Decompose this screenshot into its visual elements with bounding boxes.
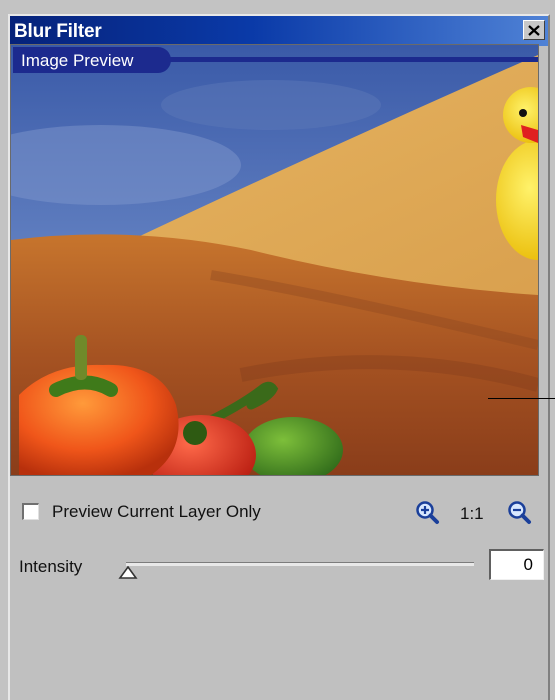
actual-size-button[interactable]: 1:1: [460, 504, 484, 524]
zoom-in-button[interactable]: [415, 500, 441, 526]
preview-current-layer-only-label[interactable]: Preview Current Layer Only: [52, 502, 261, 522]
title-bar[interactable]: Blur Filter: [10, 16, 548, 46]
preview-current-layer-only-checkbox[interactable]: [22, 503, 39, 520]
image-preview-label: Image Preview: [21, 51, 134, 70]
intensity-slider-thumb[interactable]: [118, 566, 138, 580]
image-preview-panel: Image Preview: [10, 44, 539, 476]
close-icon: [528, 24, 540, 36]
zoom-out-button[interactable]: [507, 500, 533, 526]
callout-line: [488, 398, 555, 399]
dialog-title: Blur Filter: [14, 21, 102, 42]
zoom-out-icon: [508, 501, 531, 524]
preview-image: [11, 45, 538, 475]
intensity-slider-track[interactable]: [126, 562, 474, 566]
intensity-label: Intensity: [19, 557, 83, 576]
preview-header-rule: [161, 57, 538, 62]
image-preview-tab: Image Preview: [13, 47, 171, 73]
close-button[interactable]: [523, 20, 545, 40]
intensity-value-input[interactable]: [489, 549, 544, 580]
zoom-in-icon: [416, 501, 439, 524]
